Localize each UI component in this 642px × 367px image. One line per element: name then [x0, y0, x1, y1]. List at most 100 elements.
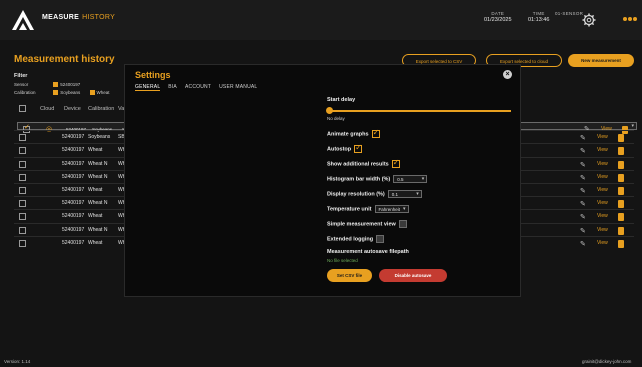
start-delay-label: Start delay: [327, 97, 356, 103]
edit-icon[interactable]: ✎: [580, 213, 586, 221]
tab-bia[interactable]: BIA: [168, 84, 177, 90]
cell-calibration: Wheat N: [88, 200, 108, 207]
tab-account[interactable]: ACCOUNT: [185, 84, 211, 90]
filter-chip-label: Soybeans: [60, 90, 81, 95]
tab-user-manual[interactable]: USER MANUAL: [219, 84, 257, 90]
cell-calibration: Wheat: [88, 187, 103, 193]
tab-general[interactable]: GENERAL: [135, 84, 161, 91]
checkbox-icon: [53, 82, 59, 88]
cell-calibration: Wheat N: [88, 226, 108, 233]
trash-icon[interactable]: [618, 187, 624, 195]
window-dot-icon[interactable]: [623, 17, 627, 21]
settings-title: Settings: [135, 70, 171, 80]
display-resolution-label: Display resolution (%): [327, 191, 385, 198]
settings-tabs: GENERAL BIA ACCOUNT USER MANUAL: [135, 84, 265, 91]
view-link[interactable]: View: [597, 227, 608, 233]
trash-icon[interactable]: [618, 200, 624, 209]
start-delay-slider[interactable]: [326, 107, 511, 114]
edit-icon[interactable]: ✎: [580, 147, 586, 155]
cell-calibration: Soybeans: [88, 134, 111, 141]
edit-icon[interactable]: ✎: [580, 240, 586, 248]
cell-device: 52400197: [62, 187, 85, 193]
column-header-cloud[interactable]: Cloud: [40, 106, 54, 112]
extended-logging-label: Extended logging: [327, 236, 374, 243]
display-resolution-select[interactable]: 0.1: [387, 190, 422, 198]
autostop-checkbox[interactable]: [354, 143, 363, 153]
cell-device: 52400197: [62, 134, 85, 141]
select-all-checkbox[interactable]: [19, 105, 26, 112]
disable-autosave-button[interactable]: Disable autosave: [379, 269, 447, 282]
set-csv-button[interactable]: Set CSV file: [327, 269, 372, 282]
edit-icon[interactable]: ✎: [580, 174, 586, 182]
trash-icon[interactable]: [618, 160, 624, 169]
date-value: 01/23/2025: [484, 17, 512, 23]
view-link[interactable]: View: [597, 147, 608, 153]
view-link[interactable]: View: [597, 213, 608, 219]
filter-chip-soybeans[interactable]: Soybeans: [53, 90, 81, 96]
window-dot-icon[interactable]: [633, 17, 637, 21]
app-logo-icon: [12, 10, 34, 30]
cell-calibration: Wheat N: [88, 160, 108, 167]
filter-calibration-label: Calibration: [14, 90, 36, 95]
time-value: 01:13:46: [528, 17, 550, 23]
filter-sensor-label: Sensor: [14, 82, 29, 87]
top-bar: MEASURE HISTORY DATE 01/23/2025 TIME 01:1…: [0, 0, 642, 40]
edit-icon[interactable]: ✎: [580, 227, 586, 235]
filter-chip-sensor[interactable]: 52400197: [53, 82, 81, 88]
trash-icon[interactable]: [618, 213, 624, 222]
trash-icon[interactable]: [618, 226, 624, 235]
row-checkbox[interactable]: [19, 134, 26, 142]
animate-graphs-checkbox[interactable]: [371, 128, 380, 138]
row-checkbox[interactable]: [19, 213, 26, 221]
view-link[interactable]: View: [597, 174, 608, 180]
show-additional-label: Show additional results: [327, 161, 389, 168]
edit-icon[interactable]: ✎: [580, 134, 586, 142]
cell-device: 52400197: [62, 239, 85, 246]
edit-icon[interactable]: ✎: [580, 187, 586, 195]
slider-handle[interactable]: [326, 107, 333, 114]
row-checkbox[interactable]: [19, 147, 26, 155]
temperature-row: Temperature unit Fahrenheit: [327, 205, 409, 213]
cell-device: 52400197: [62, 160, 85, 167]
date-label: DATE: [491, 11, 505, 16]
view-link[interactable]: View: [597, 134, 608, 140]
column-header-device[interactable]: Device: [64, 106, 81, 112]
trash-icon[interactable]: [618, 134, 624, 143]
start-delay-value: No delay: [327, 116, 345, 121]
view-link[interactable]: View: [597, 200, 608, 206]
cell-device: 52400197: [62, 213, 85, 220]
temperature-select[interactable]: Fahrenheit: [374, 205, 409, 213]
histogram-select[interactable]: 0.5: [393, 175, 428, 183]
row-checkbox[interactable]: [19, 239, 26, 247]
view-link[interactable]: View: [597, 240, 608, 246]
extended-logging-checkbox[interactable]: [376, 235, 385, 243]
row-checkbox[interactable]: [19, 173, 26, 181]
simple-view-checkbox[interactable]: [398, 220, 407, 228]
new-measurement-button[interactable]: New measurement: [568, 54, 634, 67]
filter-chip-label: 52400197: [60, 82, 81, 87]
trash-icon[interactable]: [618, 239, 624, 248]
edit-icon[interactable]: ✎: [580, 161, 586, 169]
row-checkbox[interactable]: [19, 160, 26, 168]
trash-icon[interactable]: [618, 173, 624, 182]
column-header-calibration[interactable]: Calibration: [88, 106, 114, 112]
edit-icon[interactable]: ✎: [580, 200, 586, 208]
autosave-label: Measurement autosave filepath: [327, 249, 409, 255]
cell-device: 52400197: [62, 173, 85, 180]
filter-chip-wheat[interactable]: Wheat: [89, 90, 110, 96]
view-link[interactable]: View: [597, 161, 608, 167]
close-icon[interactable]: ×: [503, 70, 512, 79]
row-checkbox[interactable]: [19, 200, 26, 208]
window-dot-icon[interactable]: [628, 17, 632, 21]
show-additional-checkbox[interactable]: [391, 158, 400, 168]
user-email: grainit@dickey-john.com: [582, 359, 632, 364]
version-label: Version: 1.14: [4, 359, 31, 364]
window-controls[interactable]: [622, 8, 637, 26]
view-link[interactable]: View: [597, 187, 608, 193]
autosave-path: No file selected: [327, 258, 358, 263]
gear-icon[interactable]: [582, 13, 596, 27]
row-checkbox[interactable]: [19, 226, 26, 234]
trash-icon[interactable]: [618, 147, 624, 156]
row-checkbox[interactable]: [19, 187, 26, 194]
filter-title: Filter: [14, 73, 28, 79]
